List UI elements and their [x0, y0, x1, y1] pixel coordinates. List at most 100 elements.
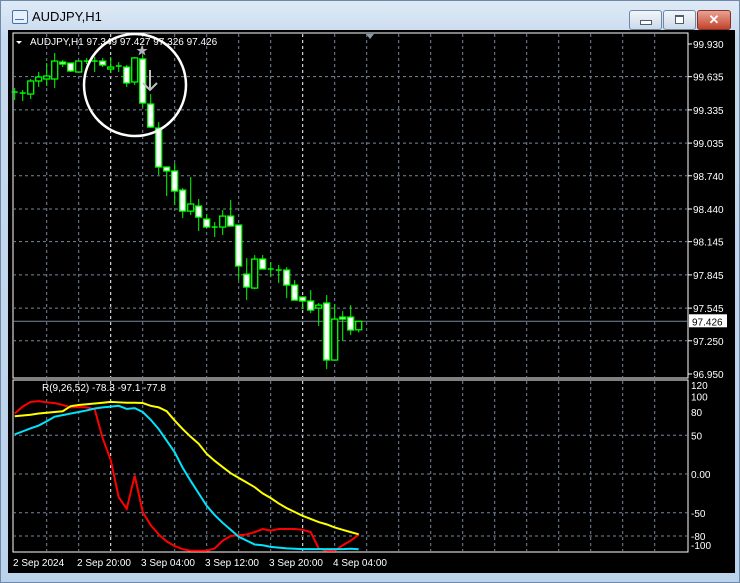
- price-tick-label: 97.250: [693, 337, 724, 348]
- candle: [51, 52, 59, 88]
- candle-body: [235, 224, 243, 267]
- candle: [283, 267, 291, 299]
- candle: [147, 94, 155, 129]
- candle: [227, 200, 235, 227]
- candle: [179, 188, 187, 219]
- candle: [299, 296, 307, 310]
- indicator-tick-label: 0.00: [691, 470, 711, 481]
- candle-body: [99, 60, 107, 66]
- candle-body: [67, 62, 75, 72]
- candle: [291, 280, 299, 301]
- candle: [211, 222, 218, 238]
- candle-body: [147, 103, 155, 128]
- candle: [195, 199, 203, 232]
- candle: [219, 209, 227, 236]
- current-price-label: 97.426: [692, 317, 723, 328]
- candle-body: [59, 61, 67, 65]
- candle-body: [299, 296, 307, 302]
- candle-body: [27, 80, 35, 95]
- chart-header: AUDJPY,H1 97.349 97.427 97.326 97.426: [30, 37, 218, 48]
- candle: [139, 54, 147, 108]
- candle: [131, 56, 139, 85]
- candle-body: [163, 166, 171, 172]
- price-tick-label: 99.930: [693, 40, 724, 51]
- price-tick-label: 98.440: [693, 205, 724, 216]
- candle: [331, 304, 339, 361]
- candle: [43, 63, 51, 86]
- candle-body: [123, 66, 131, 84]
- candle: [75, 60, 83, 73]
- candle: [115, 62, 122, 73]
- indicator-tick-label: -50: [691, 509, 706, 520]
- indicator-tick-label: 100: [691, 393, 708, 404]
- candle-body: [331, 318, 339, 361]
- candle-body: [259, 258, 267, 270]
- time-tick-label: 2 Sep 2024: [13, 558, 65, 569]
- candle-body: [139, 58, 147, 104]
- price-chart[interactable]: 99.930 99.635 99.335 99.035 98.740 98.440 98.1…: [0, 0, 740, 583]
- candle: [243, 258, 251, 301]
- candle: [315, 303, 323, 327]
- time-tick-label: 4 Sep 04:00: [333, 558, 387, 569]
- candle: [67, 62, 75, 73]
- candle-body: [43, 75, 51, 80]
- candle: [355, 320, 363, 333]
- candle-body: [315, 304, 323, 309]
- candle: [35, 72, 43, 87]
- candle-body: [291, 284, 299, 301]
- candle-body: [171, 170, 179, 192]
- price-tick-label: 96.950: [693, 370, 724, 381]
- price-tick-label: 99.335: [693, 106, 724, 117]
- candle-body: [323, 302, 331, 361]
- candle: [203, 214, 211, 229]
- candle: [339, 311, 347, 342]
- candle: [171, 163, 179, 206]
- candle-body: [283, 269, 291, 286]
- candle: [107, 56, 115, 74]
- indicator-tick-label: 80: [691, 408, 703, 419]
- candle-body: [187, 203, 195, 212]
- price-tick-label: 98.145: [693, 238, 724, 249]
- candle-body: [251, 258, 259, 289]
- candle: [163, 166, 171, 197]
- price-tick-label: 97.545: [693, 304, 724, 315]
- candle-body: [75, 60, 83, 73]
- candle-body: [203, 218, 211, 228]
- time-tick-label: 3 Sep 12:00: [205, 558, 259, 569]
- candle: [323, 295, 331, 370]
- price-tick-label: 99.635: [693, 73, 724, 84]
- indicator-line-2: [14, 400, 359, 536]
- candle: [27, 78, 35, 100]
- candle: [275, 265, 282, 284]
- candle-body: [347, 316, 355, 331]
- candle: [123, 65, 131, 87]
- price-tick-label: 99.035: [693, 139, 724, 150]
- circle-highlight-annotation: [82, 32, 188, 138]
- candle-body: [131, 57, 139, 83]
- candle: [259, 255, 267, 270]
- candle-body: [307, 300, 315, 311]
- candle-body: [179, 189, 187, 212]
- candle-body: [51, 60, 59, 80]
- indicator-label: R(9,26,52) -78.3 -97.1 -77.8: [42, 383, 166, 394]
- candle-body: [35, 76, 43, 82]
- candle: [91, 56, 98, 73]
- candle-body: [339, 316, 347, 320]
- candle-body: [243, 273, 251, 288]
- candle-body: [355, 320, 363, 331]
- candle: [19, 90, 26, 102]
- candle-body: [219, 215, 227, 228]
- indicator-tick-label: 120: [691, 381, 708, 392]
- time-tick-label: 3 Sep 20:00: [269, 558, 323, 569]
- candle-body: [227, 215, 235, 227]
- candle: [307, 290, 315, 314]
- chart-menu-triangle-icon[interactable]: [16, 41, 22, 44]
- indicator-line-1: [14, 404, 359, 551]
- candle: [251, 255, 259, 290]
- candle: [347, 305, 355, 336]
- candle-body: [107, 66, 115, 70]
- time-tick-label: 3 Sep 04:00: [141, 558, 195, 569]
- price-tick-label: 97.845: [693, 271, 724, 282]
- indicator-tick-label: 50: [691, 431, 703, 442]
- time-tick-label: 2 Sep 20:00: [77, 558, 131, 569]
